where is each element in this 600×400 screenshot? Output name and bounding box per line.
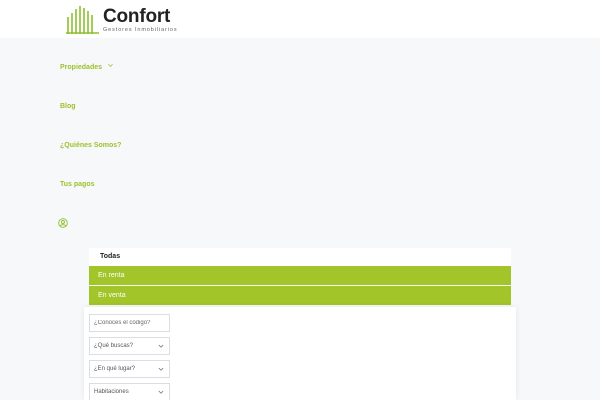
rooms-select[interactable]: Habitaciones	[89, 383, 170, 400]
brand-logo[interactable]: Confort Gestores Inmobiliarios	[65, 5, 185, 35]
type-select-label: ¿Qué buscas?	[94, 343, 134, 349]
nav-propiedades-label: Propiedades	[60, 64, 103, 71]
nav-quienes-somos[interactable]: ¿Quiénes Somos?	[60, 141, 121, 150]
brand-tagline: Gestores Inmobiliarios	[103, 27, 178, 33]
chevron-down-icon	[158, 367, 164, 371]
filter-option-en-renta[interactable]: En renta	[89, 266, 511, 285]
site-header: Confort Gestores Inmobiliarios	[0, 0, 600, 38]
chevron-down-icon	[108, 63, 113, 68]
nav-blog[interactable]: Blog	[60, 102, 76, 111]
search-panel: ¿Qué buscas? ¿En qué lugar? Habitaciones	[84, 307, 516, 400]
chevron-down-icon	[158, 344, 164, 348]
code-field[interactable]	[89, 314, 170, 332]
location-select-label: ¿En qué lugar?	[94, 366, 136, 372]
code-input[interactable]	[94, 320, 169, 326]
chevron-down-icon	[158, 390, 164, 394]
filter-option-todas[interactable]: Todas	[89, 248, 511, 266]
brand-name: Confort	[103, 6, 171, 27]
location-select[interactable]: ¿En qué lugar?	[89, 360, 170, 378]
type-select[interactable]: ¿Qué buscas?	[89, 337, 170, 355]
user-circle-icon[interactable]	[58, 218, 68, 228]
operation-filter: Todas En renta En venta	[89, 248, 511, 306]
nav-tus-pagos[interactable]: Tus pagos	[60, 180, 94, 189]
building-logo-icon	[66, 6, 99, 34]
filter-option-en-venta[interactable]: En venta	[89, 286, 511, 305]
rooms-select-label: Habitaciones	[94, 389, 129, 395]
nav-propiedades[interactable]: Propiedades	[60, 63, 113, 72]
